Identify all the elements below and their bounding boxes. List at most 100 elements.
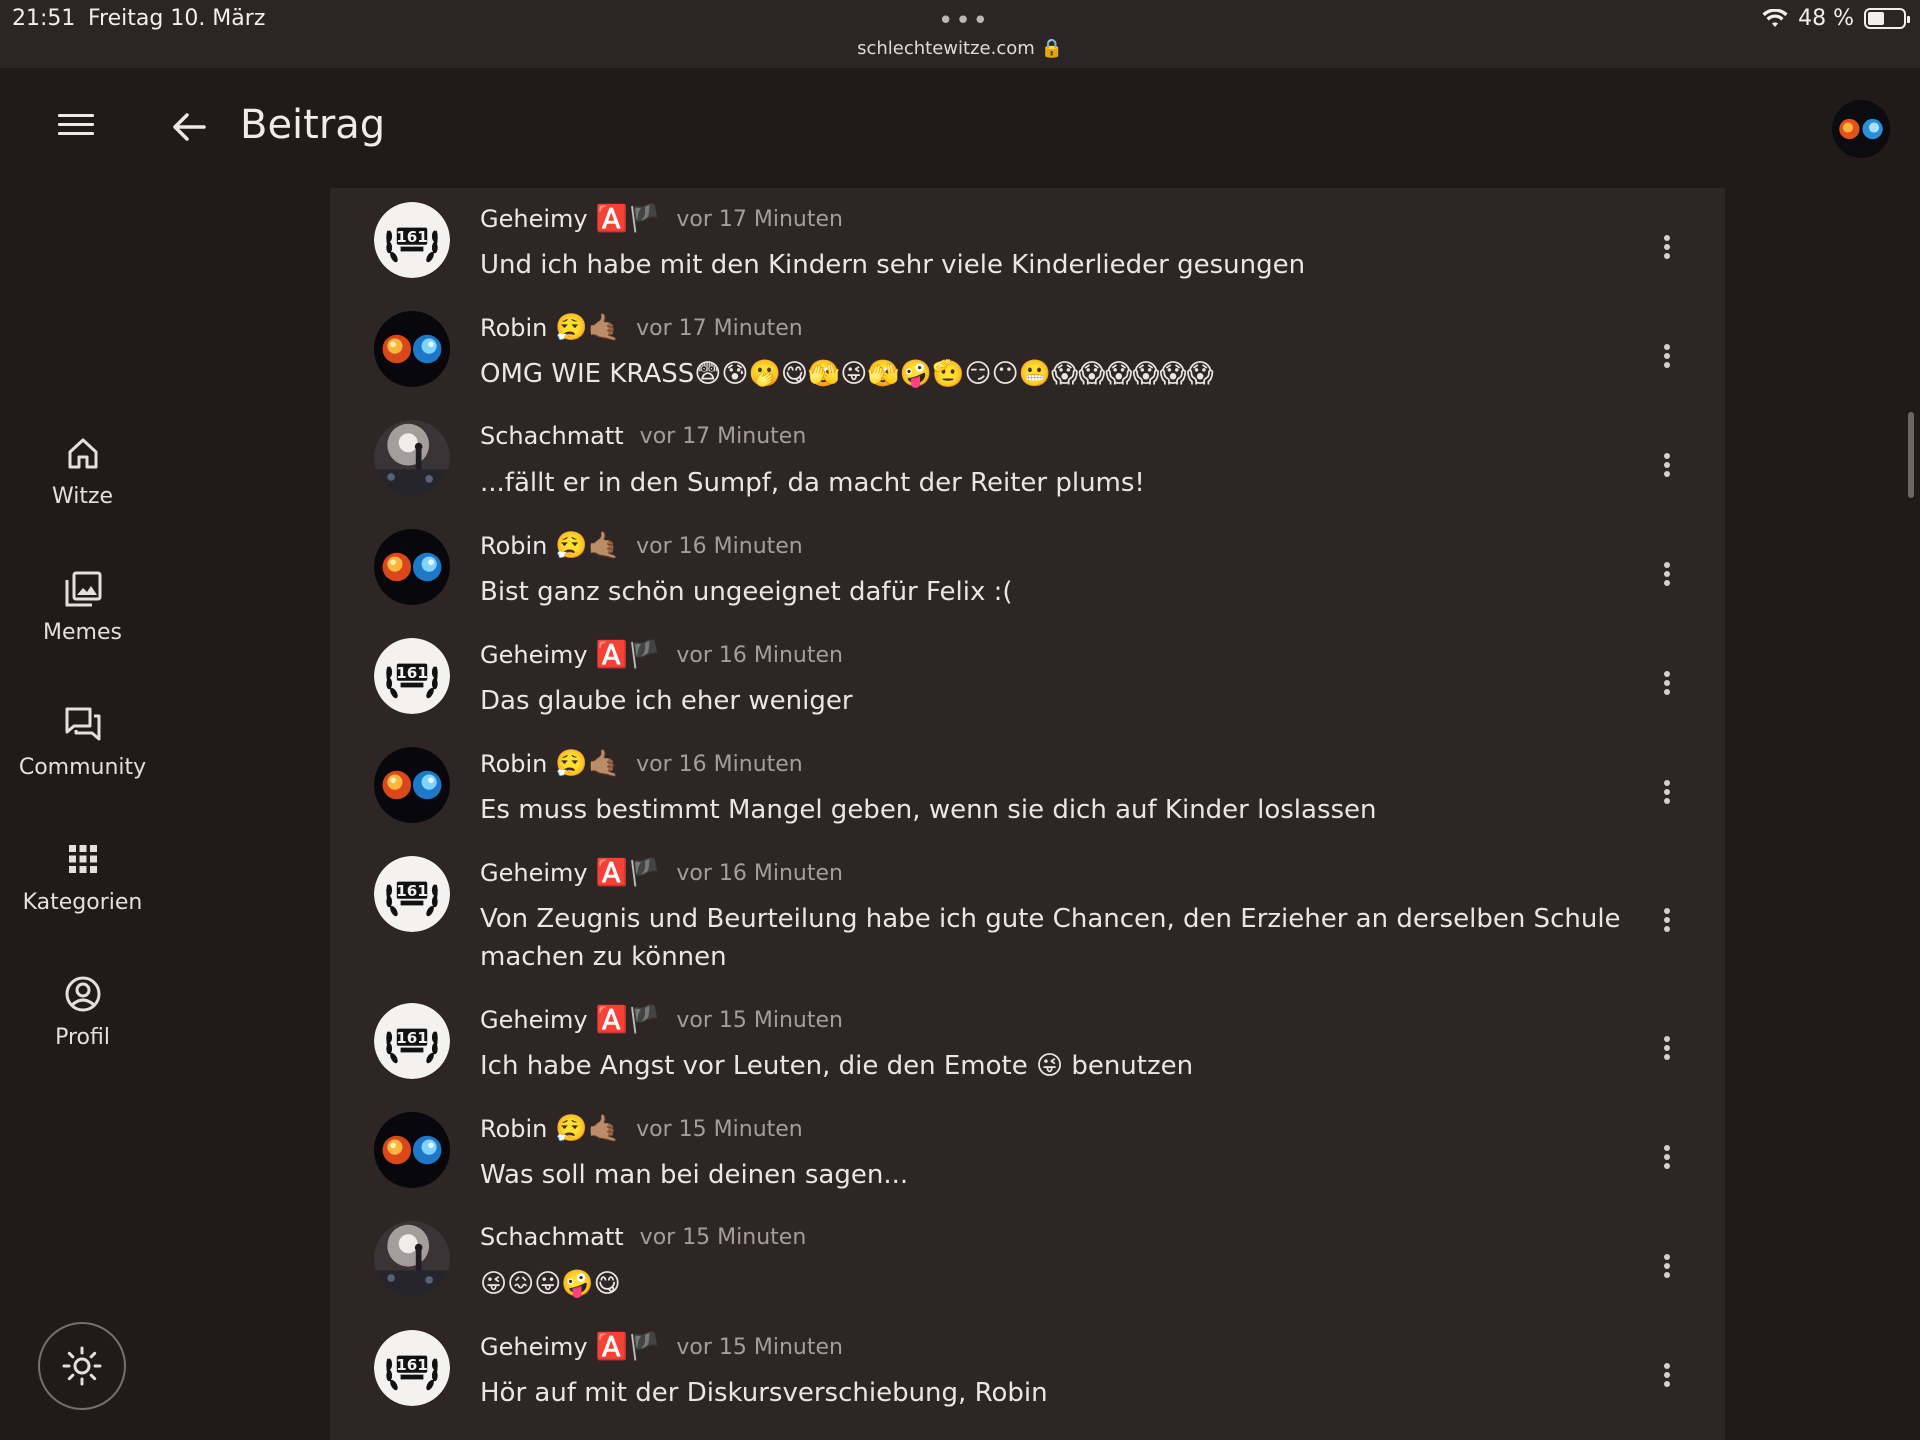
comment-author[interactable]: Robin xyxy=(480,314,547,342)
svg-text:161: 161 xyxy=(396,1029,428,1047)
multitasking-dots-icon[interactable]: ••• xyxy=(938,8,990,34)
comment-item: Robin 😮‍💨🤙🏽 vor 16 Minuten Bist ganz schön … xyxy=(330,515,1725,624)
grid-icon xyxy=(68,845,97,873)
comment-author[interactable]: Geheimy xyxy=(480,641,588,669)
more-options-icon[interactable] xyxy=(1662,1145,1672,1175)
comment-header: Geheimy 🅰️🏴 vor 16 Minuten xyxy=(480,640,843,670)
comment-header: Robin 😮‍💨🤙🏽 vor 17 Minuten xyxy=(480,313,803,343)
comment-timestamp: vor 15 Minuten xyxy=(676,1007,843,1033)
avatar[interactable]: 161 xyxy=(374,202,450,278)
sidebar-item-label: Profil xyxy=(55,1025,110,1050)
comment-author[interactable]: Geheimy xyxy=(480,859,588,887)
home-icon xyxy=(68,438,97,469)
more-options-icon[interactable] xyxy=(1662,344,1672,374)
comment-author[interactable]: Geheimy xyxy=(480,1333,588,1361)
sidebar-item-community[interactable]: Community xyxy=(0,703,165,813)
more-options-icon[interactable] xyxy=(1662,562,1672,592)
battery-icon xyxy=(1864,8,1910,29)
comment-item: 161 Geheimy 🅰️🏴 vor 15 Minuten Ich habe Ang… xyxy=(330,989,1725,1098)
comment-timestamp: vor 16 Minuten xyxy=(676,642,843,668)
more-options-icon[interactable] xyxy=(1662,235,1672,265)
app-bar: Beitrag xyxy=(0,68,1920,188)
user-badges: 🅰️🏴 xyxy=(595,1332,661,1362)
avatar[interactable]: 161 xyxy=(374,1003,450,1079)
avatar[interactable] xyxy=(374,311,450,387)
sidebar-item-label: Community xyxy=(18,755,147,780)
comment-header: Geheimy 🅰️🏴 vor 15 Minuten xyxy=(480,1332,843,1362)
comment-timestamp: vor 16 Minuten xyxy=(676,860,843,886)
sidebar-item-kategorien[interactable]: Kategorien xyxy=(0,838,165,948)
theme-toggle-button[interactable] xyxy=(38,1322,126,1410)
comment-text: Hör auf mit der Diskursverschiebung, Rob… xyxy=(480,1378,1048,1408)
sidebar-item-witze[interactable]: Witze xyxy=(0,432,165,542)
comment-text: Was soll man bei deinen sagen... xyxy=(480,1160,909,1190)
comment-header: Geheimy 🅰️🏴 vor 15 Minuten xyxy=(480,1005,843,1035)
comment-author[interactable]: Robin xyxy=(480,1115,547,1143)
comment-header: Geheimy 🅰️🏴 vor 16 Minuten xyxy=(480,858,843,888)
comment-author[interactable]: Schachmatt xyxy=(480,422,624,450)
sidebar-item-label: Kategorien xyxy=(22,890,143,915)
status-bar: 21:51 Freitag 10. März ••• schlechtewitz… xyxy=(0,0,1920,68)
avatar[interactable] xyxy=(374,420,450,496)
comment-item: 161 Geheimy 🅰️🏴 vor 16 Minuten Von Zeugnis … xyxy=(330,842,1725,989)
comment-author[interactable]: Robin xyxy=(480,750,547,778)
comment-timestamp: vor 16 Minuten xyxy=(636,533,803,559)
comment-list: 161 Geheimy 🅰️🏴 vor 17 Minuten Und ich habe… xyxy=(330,188,1725,1440)
user-badges: 🅰️🏴 xyxy=(595,858,661,888)
url-bar[interactable]: schlechtewitze.com 🔒 xyxy=(0,38,1920,59)
user-badges: 🅰️🏴 xyxy=(595,204,661,234)
comment-timestamp: vor 15 Minuten xyxy=(676,1334,843,1360)
comment-item: 161 Geheimy 🅰️🏴 vor 16 Minuten Das glaube i… xyxy=(330,624,1725,733)
comment-text: Das glaube ich eher weniger xyxy=(480,686,853,716)
comment-item: Robin 😮‍💨🤙🏽 vor 15 Minuten Was soll man bei… xyxy=(330,1098,1725,1207)
sun-icon xyxy=(62,1346,102,1386)
page-title: Beitrag xyxy=(240,102,386,148)
avatar[interactable]: 161 xyxy=(374,1330,450,1406)
avatar[interactable]: 161 xyxy=(374,638,450,714)
comment-author[interactable]: Robin xyxy=(480,532,547,560)
comment-timestamp: vor 16 Minuten xyxy=(636,751,803,777)
user-badges: 😮‍💨🤙🏽 xyxy=(555,313,621,343)
comment-text: OMG WIE KRASS😨😰🫢😋🫣😜🫣🤪🫡😏😶😬😱😱😱😱😱😱 xyxy=(480,359,1214,389)
svg-text:161: 161 xyxy=(396,1356,428,1374)
avatar[interactable] xyxy=(374,1112,450,1188)
more-options-icon[interactable] xyxy=(1662,1036,1672,1066)
svg-text:161: 161 xyxy=(396,882,428,900)
comment-item: Schachmatt vor 15 Minuten 😜😖😛🤪😋 xyxy=(330,1207,1725,1316)
more-options-icon[interactable] xyxy=(1662,1254,1672,1284)
user-badges: 😮‍💨🤙🏽 xyxy=(555,749,621,779)
account-circle-icon xyxy=(65,976,100,1012)
more-options-icon[interactable] xyxy=(1662,908,1672,938)
comment-item: Robin 😮‍💨🤙🏽 vor 16 Minuten Es muss bestimmt… xyxy=(330,733,1725,842)
comment-header: Robin 😮‍💨🤙🏽 vor 16 Minuten xyxy=(480,531,803,561)
comment-author[interactable]: Geheimy xyxy=(480,1006,588,1034)
comment-header: Schachmatt vor 15 Minuten xyxy=(480,1223,806,1251)
avatar[interactable] xyxy=(374,1221,450,1297)
avatar[interactable]: 161 xyxy=(374,856,450,932)
comment-timestamp: vor 17 Minuten xyxy=(676,206,843,232)
back-arrow-icon[interactable] xyxy=(166,104,212,150)
avatar[interactable] xyxy=(374,529,450,605)
user-badges: 🅰️🏴 xyxy=(595,640,661,670)
wifi-icon xyxy=(1762,8,1788,27)
sidebar-item-memes[interactable]: Memes xyxy=(0,568,165,678)
more-options-icon[interactable] xyxy=(1662,453,1672,483)
hamburger-menu-icon[interactable] xyxy=(58,108,108,148)
svg-text:161: 161 xyxy=(396,228,428,246)
comment-text: Bist ganz schön ungeeignet dafür Felix :… xyxy=(480,577,1013,607)
comment-timestamp: vor 17 Minuten xyxy=(639,423,807,449)
comment-text: Von Zeugnis und Beurteilung habe ich gut… xyxy=(480,904,1621,972)
comment-text: 😜😖😛🤪😋 xyxy=(480,1269,621,1299)
scrollbar[interactable] xyxy=(1908,412,1914,498)
user-avatar[interactable] xyxy=(1832,100,1890,158)
comment-header: Geheimy 🅰️🏴 vor 17 Minuten xyxy=(480,204,843,234)
comment-item: 161 Geheimy 🅰️🏴 vor 17 Minuten Und ich habe… xyxy=(330,188,1725,297)
more-options-icon[interactable] xyxy=(1662,671,1672,701)
more-options-icon[interactable] xyxy=(1662,1363,1672,1393)
user-badges: 😮‍💨🤙🏽 xyxy=(555,1114,621,1144)
comment-author[interactable]: Geheimy xyxy=(480,205,588,233)
avatar[interactable] xyxy=(374,747,450,823)
sidebar-item-profil[interactable]: Profil xyxy=(0,973,165,1083)
more-options-icon[interactable] xyxy=(1662,780,1672,810)
comment-author[interactable]: Schachmatt xyxy=(480,1223,624,1251)
